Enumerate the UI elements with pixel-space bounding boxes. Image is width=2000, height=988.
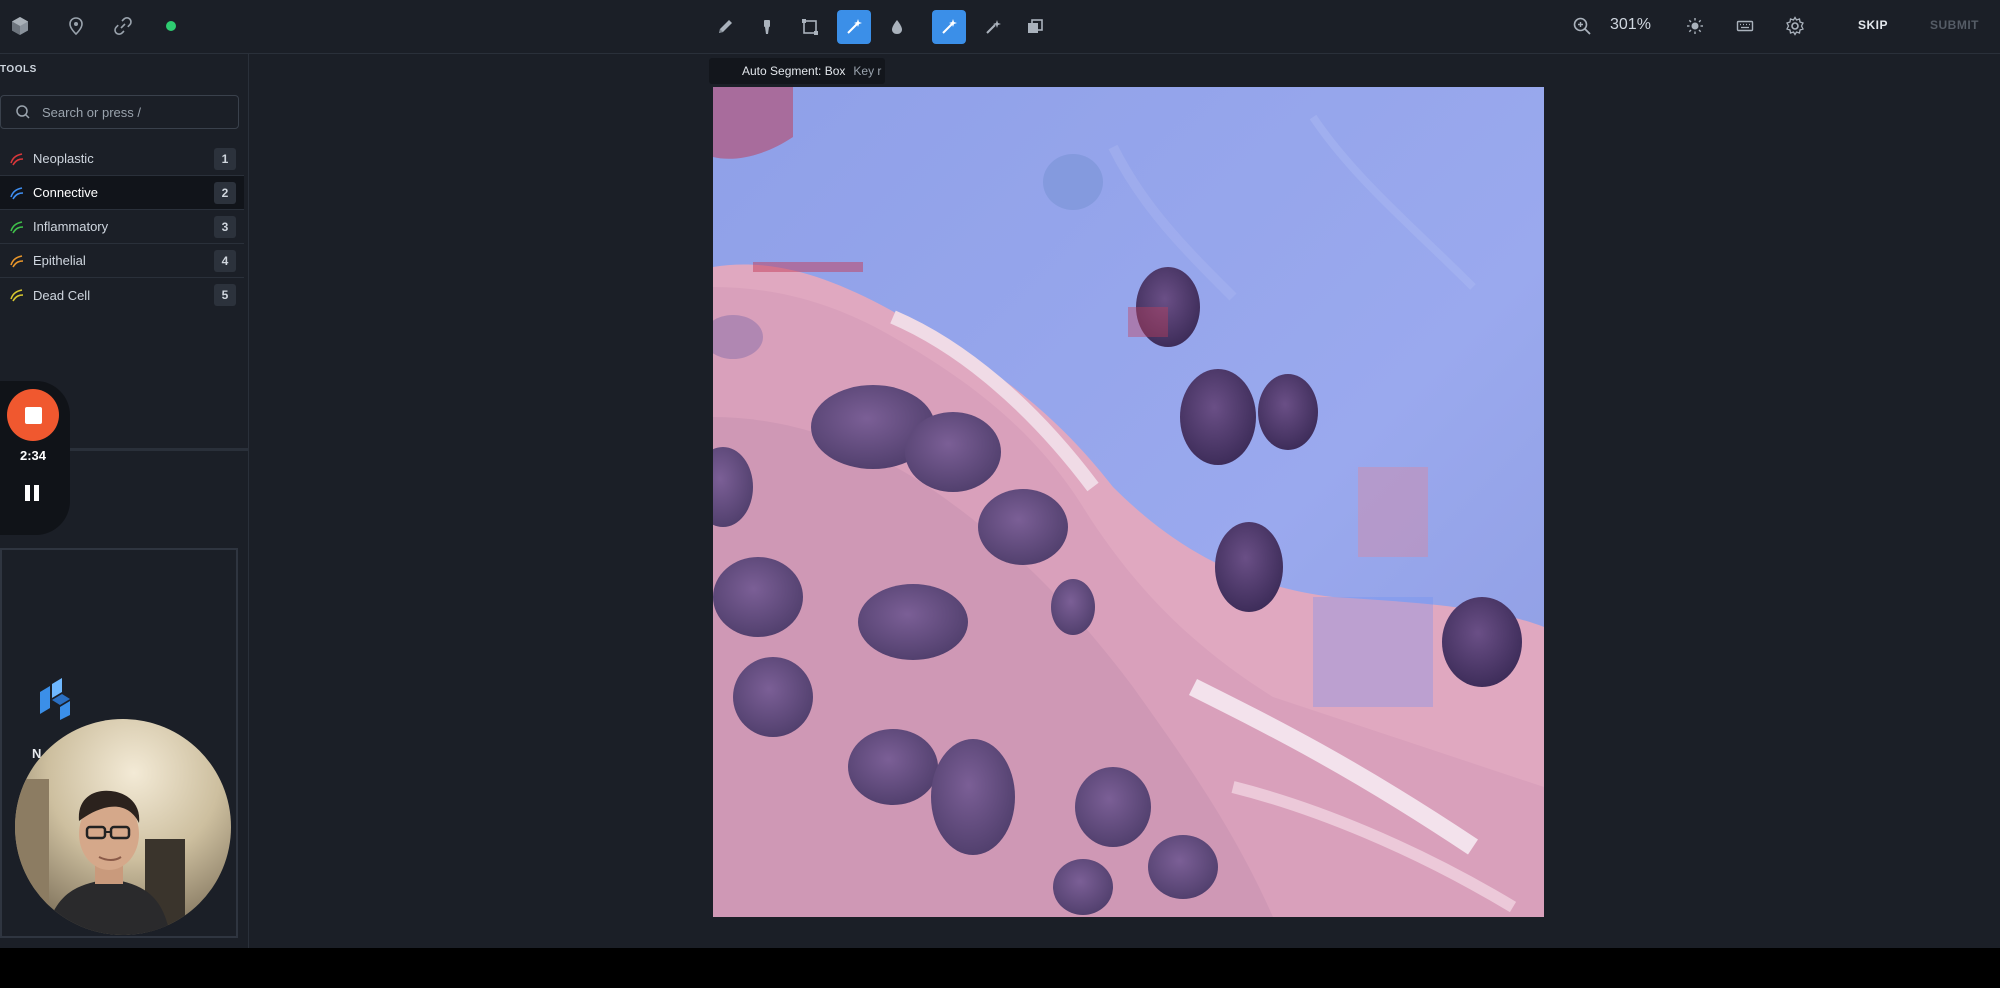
class-hotkey: 4 bbox=[214, 249, 236, 272]
layers-icon[interactable] bbox=[1018, 10, 1052, 44]
tooltip-shortcut: Key r bbox=[853, 64, 882, 78]
class-hotkey: 5 bbox=[214, 284, 236, 306]
auto-segment-icon[interactable] bbox=[837, 10, 871, 44]
zoom-level[interactable]: 301% bbox=[1610, 16, 1651, 34]
polygon-icon bbox=[10, 220, 24, 233]
tools-heading: TOOLS bbox=[0, 64, 37, 75]
wand-icon[interactable] bbox=[976, 10, 1010, 44]
class-item-neoplastic[interactable]: Neoplastic 1 bbox=[0, 142, 244, 176]
class-label: Neoplastic bbox=[33, 151, 94, 166]
brush-icon[interactable] bbox=[750, 10, 784, 44]
brightness-icon[interactable] bbox=[1682, 13, 1708, 39]
class-item-connective[interactable]: Connective 2 bbox=[0, 176, 244, 210]
annotation-app: 301% SKIP SUBMIT Auto Segment: Box Key r… bbox=[0, 0, 2000, 948]
recording-widget: 2:34 bbox=[0, 381, 70, 535]
recording-timer: 2:34 bbox=[19, 448, 47, 463]
polygon-icon bbox=[10, 186, 24, 199]
class-label: Inflammatory bbox=[33, 219, 109, 234]
pencil-icon[interactable] bbox=[708, 10, 742, 44]
top-toolbar: 301% SKIP SUBMIT bbox=[0, 0, 2000, 54]
auto-segment-tooltip: Auto Segment: Box Key r bbox=[709, 58, 885, 84]
pause-icon[interactable] bbox=[25, 485, 41, 501]
skip-button[interactable]: SKIP bbox=[1858, 18, 1888, 32]
class-label: Epithelial bbox=[33, 253, 86, 268]
class-hotkey: 3 bbox=[214, 215, 236, 238]
class-label: Connective bbox=[33, 185, 99, 200]
class-hotkey: 1 bbox=[214, 147, 236, 170]
submit-button[interactable]: SUBMIT bbox=[1930, 18, 1979, 32]
class-item-epithelial[interactable]: Epithelial 4 bbox=[0, 244, 244, 278]
webcam-feed bbox=[15, 719, 231, 935]
settings-gear-icon[interactable] bbox=[1782, 13, 1808, 39]
search-input[interactable] bbox=[40, 103, 224, 121]
annotation-canvas[interactable] bbox=[713, 87, 1544, 917]
class-item-inflammatory[interactable]: Inflammatory 3 bbox=[0, 210, 244, 244]
brand-logo-icon bbox=[40, 678, 70, 720]
stop-recording-button[interactable] bbox=[7, 389, 59, 441]
link-icon[interactable] bbox=[110, 13, 136, 39]
location-pin-icon[interactable] bbox=[63, 13, 89, 39]
app-logo-icon[interactable] bbox=[7, 13, 33, 39]
class-hotkey: 2 bbox=[214, 181, 236, 204]
webcam-image bbox=[15, 719, 231, 935]
box-select-icon[interactable] bbox=[793, 10, 827, 44]
search-icon bbox=[16, 105, 30, 119]
histology-image[interactable] bbox=[713, 87, 1544, 917]
keyboard-icon[interactable] bbox=[1732, 13, 1758, 39]
polygon-icon bbox=[10, 152, 24, 165]
tooltip-title: Auto Segment: Box bbox=[742, 64, 846, 78]
class-item-dead-cell[interactable]: Dead Cell 5 bbox=[0, 278, 244, 312]
stop-icon bbox=[24, 406, 42, 424]
class-label: Dead Cell bbox=[33, 287, 91, 303]
tool-search-box[interactable] bbox=[0, 95, 239, 129]
drop-icon[interactable] bbox=[880, 10, 914, 44]
polygon-icon bbox=[10, 254, 24, 267]
status-dot-icon bbox=[158, 13, 184, 39]
magic-wand-icon[interactable] bbox=[932, 10, 966, 44]
polygon-icon bbox=[10, 289, 24, 302]
zoom-icon[interactable] bbox=[1569, 13, 1595, 39]
